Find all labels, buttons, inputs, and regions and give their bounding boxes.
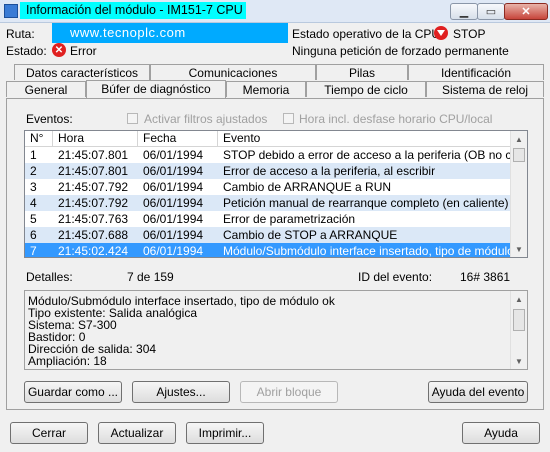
row-number: 4 bbox=[30, 196, 37, 210]
table-header: N° Hora Fecha Evento bbox=[25, 131, 511, 147]
tab-sistema-reloj[interactable]: Sistema de reloj bbox=[426, 81, 544, 97]
tab-datos-caracteristicos[interactable]: Datos característicos bbox=[14, 64, 150, 80]
scroll-up-icon[interactable]: ▲ bbox=[511, 291, 527, 307]
tab-general[interactable]: General bbox=[6, 81, 86, 97]
table-row[interactable]: 6 21:45:07.688 06/01/1994 Cambio de STOP… bbox=[25, 227, 511, 243]
row-number: 2 bbox=[30, 164, 37, 178]
estado-label: Estado: bbox=[6, 44, 47, 58]
row-event: STOP debido a error de acceso a la perif… bbox=[223, 148, 511, 162]
cpu-state-label: Estado operativo de la CPU: bbox=[292, 27, 444, 41]
events-table[interactable]: N° Hora Fecha Evento 1 21:45:07.801 06/0… bbox=[24, 130, 528, 258]
row-event: Petición manual de rearranque completo (… bbox=[223, 196, 509, 210]
row-time: 21:45:07.801 bbox=[58, 164, 129, 178]
forcing-status: Ninguna petición de forzado permanente bbox=[292, 44, 509, 58]
restore-button[interactable]: ▭ bbox=[477, 3, 505, 20]
settings-button[interactable]: Ajustes... bbox=[132, 381, 230, 403]
column-header-fecha[interactable]: Fecha bbox=[138, 131, 218, 146]
row-time: 21:45:07.763 bbox=[58, 212, 129, 226]
row-time: 21:45:07.801 bbox=[58, 148, 129, 162]
row-date: 06/01/1994 bbox=[143, 148, 204, 162]
table-row[interactable]: 3 21:45:07.792 06/01/1994 Cambio de ARRA… bbox=[25, 179, 511, 195]
row-number: 1 bbox=[30, 148, 37, 162]
time-offset-checkbox-label: Hora incl. desfase horario CPU/local bbox=[299, 112, 493, 126]
event-id-label: ID del evento: bbox=[358, 270, 433, 284]
row-event: Error de parametrización bbox=[223, 212, 356, 226]
ruta-label: Ruta: bbox=[6, 27, 35, 41]
window-title: Información del módulo - IM151-7 CPU bbox=[26, 3, 243, 17]
error-icon: ✕ bbox=[52, 43, 66, 57]
row-date: 06/01/1994 bbox=[143, 164, 204, 178]
tab-comunicaciones[interactable]: Comunicaciones bbox=[150, 64, 316, 80]
scroll-thumb[interactable] bbox=[513, 309, 525, 331]
table-row[interactable]: 2 21:45:07.801 06/01/1994 Error de acces… bbox=[25, 163, 511, 179]
row-date: 06/01/1994 bbox=[143, 212, 204, 226]
details-label: Detalles: bbox=[26, 270, 73, 284]
tab-memoria[interactable]: Memoria bbox=[226, 81, 306, 97]
table-row[interactable]: 5 21:45:07.763 06/01/1994 Error de param… bbox=[25, 211, 511, 227]
row-number: 6 bbox=[30, 228, 37, 242]
scroll-up-icon[interactable]: ▲ bbox=[511, 131, 527, 147]
event-help-button[interactable]: Ayuda del evento bbox=[428, 381, 528, 403]
minimize-icon: ▁ bbox=[459, 6, 469, 18]
row-date: 06/01/1994 bbox=[143, 196, 204, 210]
print-button[interactable]: Imprimir... bbox=[186, 422, 264, 444]
open-block-button[interactable]: Abrir bloque bbox=[240, 381, 338, 403]
close-icon: ✕ bbox=[521, 6, 531, 18]
close-dialog-button[interactable]: Cerrar bbox=[10, 422, 88, 444]
events-label: Eventos: bbox=[26, 112, 73, 126]
save-as-button[interactable]: Guardar como ... bbox=[24, 381, 122, 403]
tab-identificacion[interactable]: Identificación bbox=[408, 64, 544, 80]
row-date: 06/01/1994 bbox=[143, 244, 204, 258]
restore-icon: ▭ bbox=[485, 6, 497, 18]
table-scrollbar[interactable]: ▲ ▼ bbox=[510, 131, 527, 257]
tab-bufer-diagnostico[interactable]: Búfer de diagnóstico bbox=[86, 80, 226, 98]
row-date: 06/01/1994 bbox=[143, 228, 204, 242]
details-textbox[interactable]: Módulo/Submódulo interface insertado, ti… bbox=[24, 290, 528, 370]
cpu-state-value: STOP bbox=[453, 27, 486, 41]
close-button[interactable]: ✕ bbox=[504, 3, 548, 20]
column-header-evento[interactable]: Evento bbox=[218, 131, 511, 146]
event-id-value: 16# 3861 bbox=[460, 270, 511, 284]
column-header-n[interactable]: N° bbox=[25, 131, 53, 146]
row-event: Módulo/Submódulo interface insertado, ti… bbox=[223, 244, 511, 258]
app-icon bbox=[4, 4, 18, 18]
stop-icon bbox=[434, 26, 448, 40]
row-number: 5 bbox=[30, 212, 37, 226]
table-row-selected[interactable]: 7 21:45:02.424 06/01/1994 Módulo/Submódu… bbox=[25, 243, 511, 258]
row-number: 3 bbox=[30, 180, 37, 194]
watermark-text: www.tecnoplc.com bbox=[70, 25, 186, 40]
row-event: Cambio de ARRANQUE a RUN bbox=[223, 180, 392, 194]
scroll-down-icon[interactable]: ▼ bbox=[511, 353, 527, 369]
time-offset-checkbox[interactable] bbox=[283, 113, 294, 124]
row-date: 06/01/1994 bbox=[143, 180, 204, 194]
row-event: Error de acceso a la periferia, al escri… bbox=[223, 164, 436, 178]
row-number: 7 bbox=[30, 244, 37, 258]
row-time: 21:45:07.792 bbox=[58, 196, 129, 210]
scroll-down-icon[interactable]: ▼ bbox=[511, 241, 527, 257]
details-position: 7 de 159 bbox=[127, 270, 174, 284]
details-scrollbar[interactable]: ▲ ▼ bbox=[510, 291, 527, 369]
row-event: Cambio de STOP a ARRANQUE bbox=[223, 228, 398, 242]
scroll-thumb[interactable] bbox=[513, 148, 525, 162]
refresh-button[interactable]: Actualizar bbox=[98, 422, 176, 444]
tab-tiempo-ciclo[interactable]: Tiempo de ciclo bbox=[306, 81, 426, 97]
table-row[interactable]: 4 21:45:07.792 06/01/1994 Petición manua… bbox=[25, 195, 511, 211]
filter-checkbox[interactable] bbox=[127, 113, 138, 124]
row-time: 21:45:07.688 bbox=[58, 228, 129, 242]
table-row[interactable]: 1 21:45:07.801 06/01/1994 STOP debido a … bbox=[25, 147, 511, 163]
row-time: 21:45:07.792 bbox=[58, 180, 129, 194]
filter-checkbox-label: Activar filtros ajustados bbox=[144, 112, 268, 126]
column-header-hora[interactable]: Hora bbox=[53, 131, 138, 146]
help-button[interactable]: Ayuda bbox=[462, 422, 540, 444]
minimize-button[interactable]: ▁ bbox=[450, 3, 478, 20]
tab-pilas[interactable]: Pilas bbox=[316, 64, 408, 80]
estado-value: Error bbox=[70, 44, 97, 58]
row-time: 21:45:02.424 bbox=[58, 244, 129, 258]
detail-line: Ampliación: 18 bbox=[28, 354, 107, 368]
